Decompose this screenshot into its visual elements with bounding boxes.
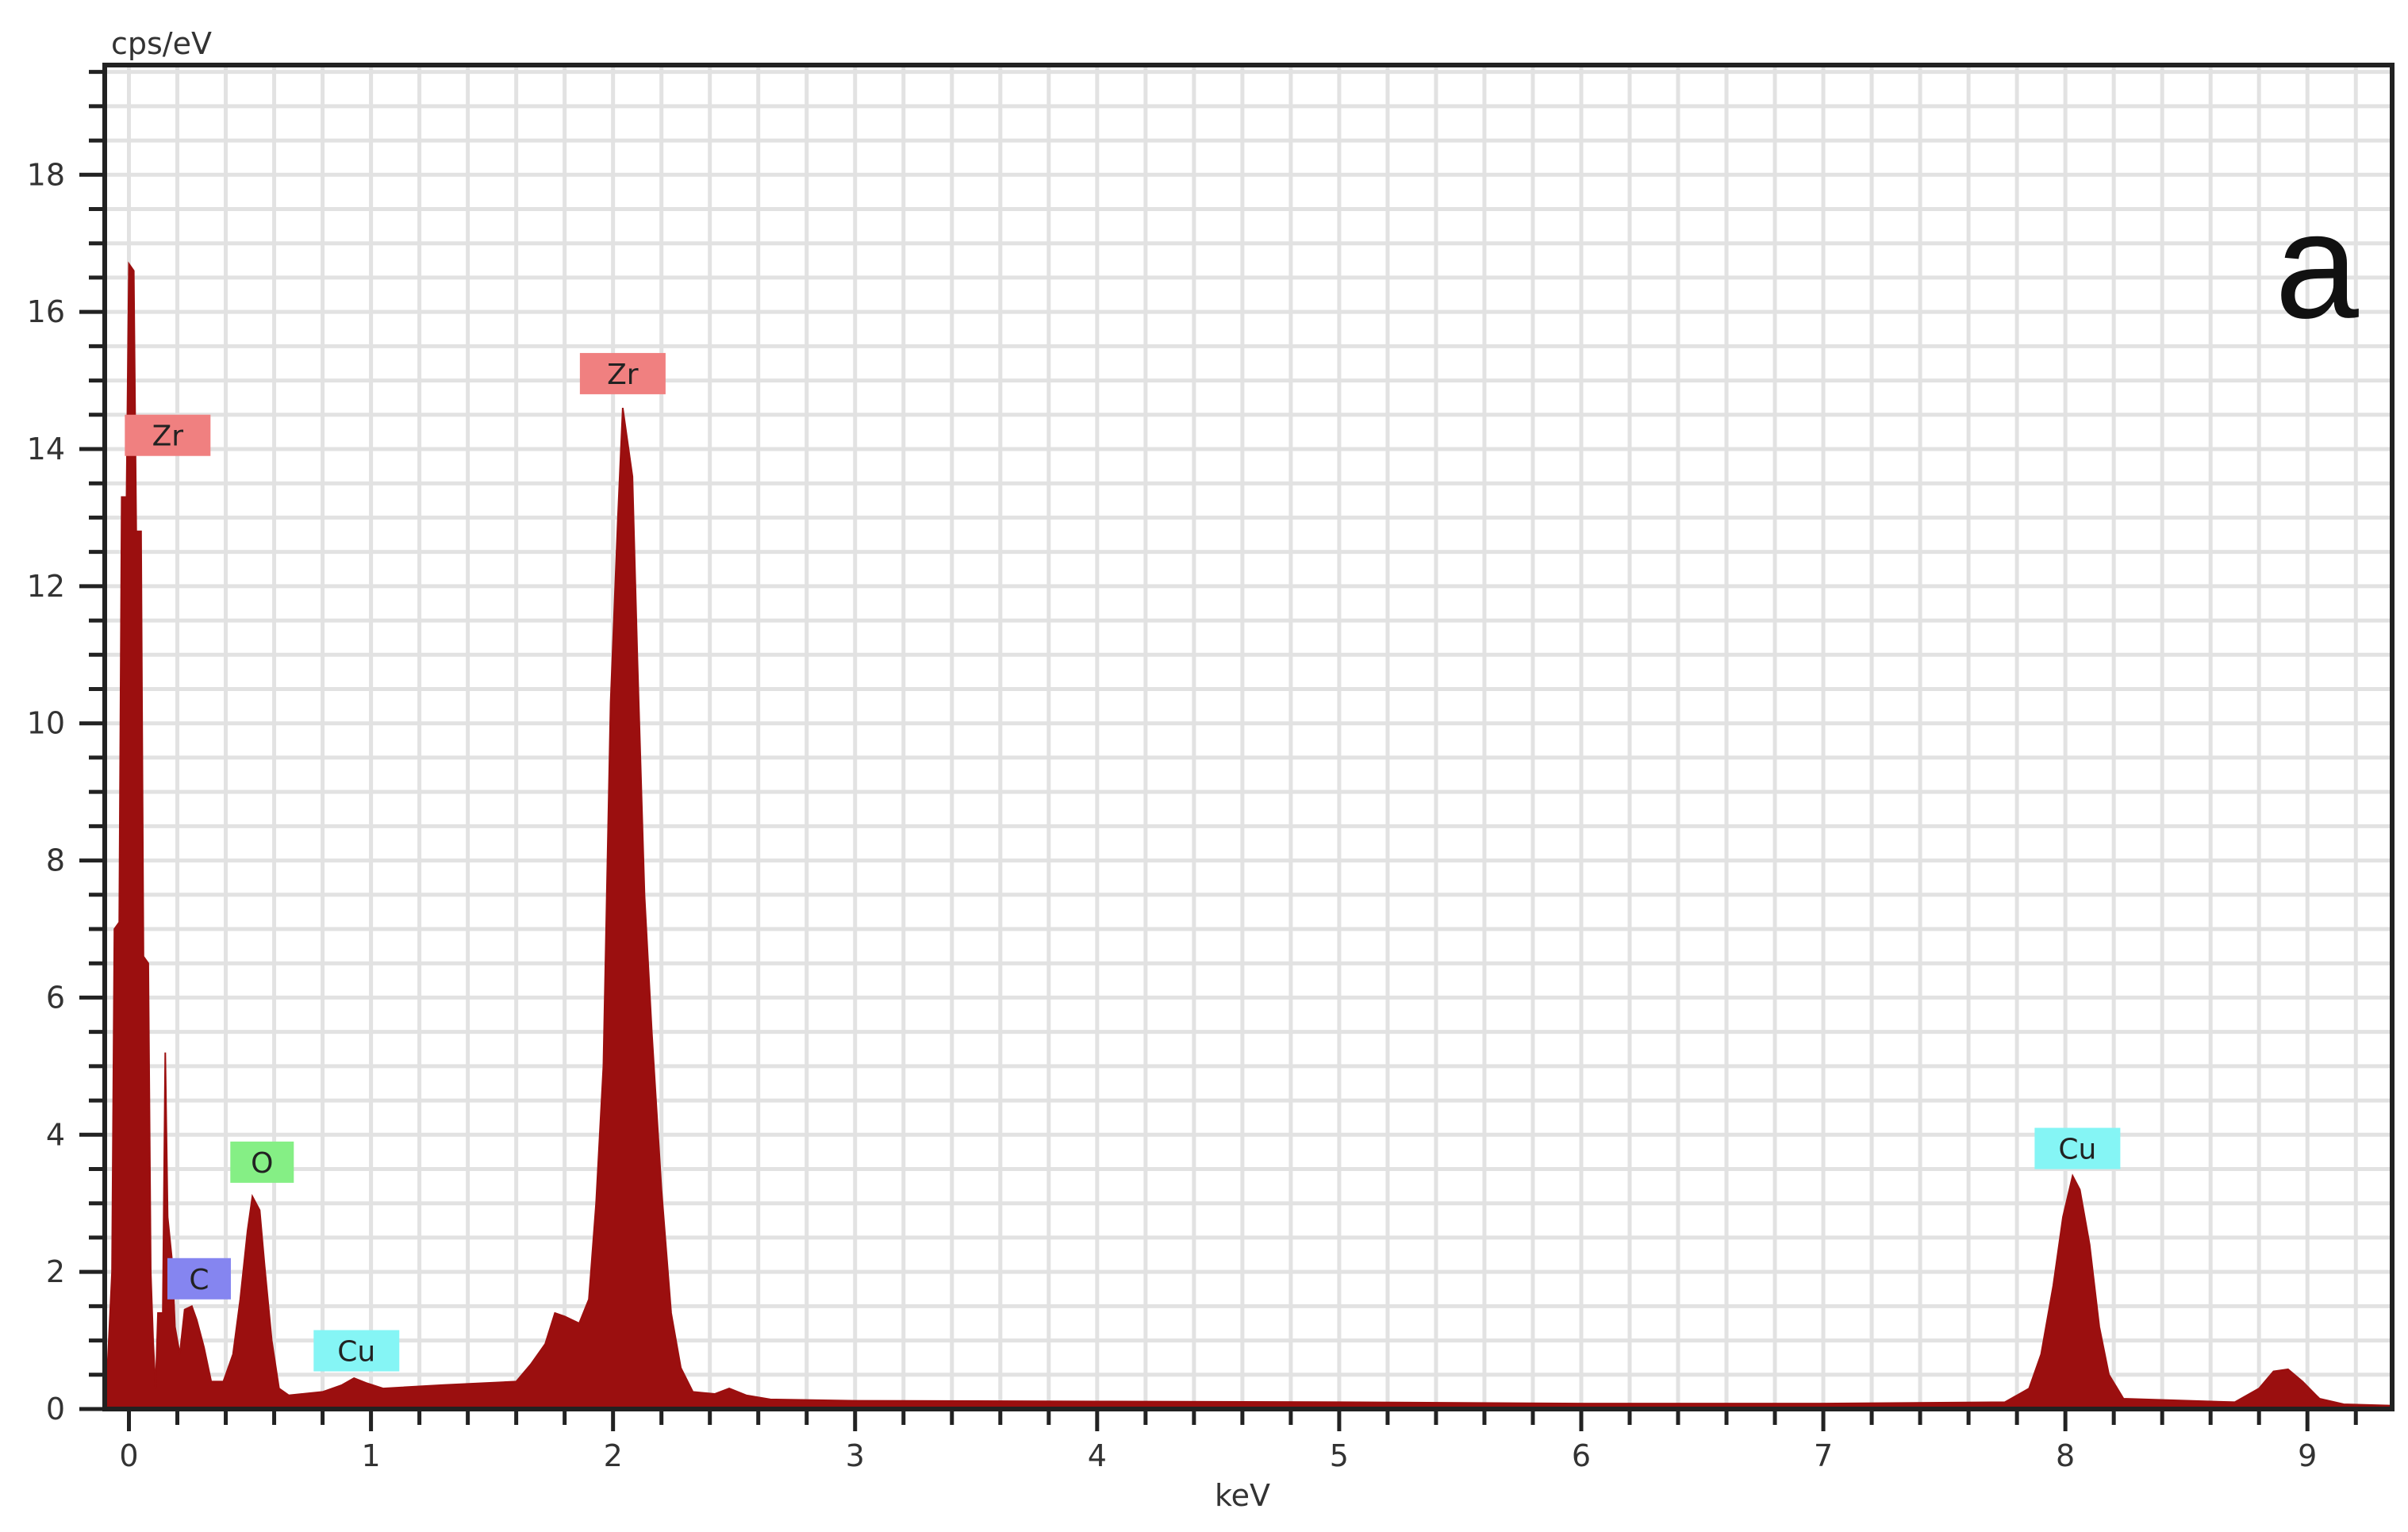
- peak-label-text: Zr: [607, 359, 639, 391]
- y-tick-label: 6: [46, 980, 65, 1015]
- y-tick-label: 4: [46, 1117, 65, 1152]
- eds-spectrum-chart: 0 1 2 3 4 5 6 7 8 9024681012141618 ZrZrCOCuCu cps…: [27, 26, 2395, 1513]
- y-tick-label: 18: [27, 157, 65, 192]
- y-tick-label: 16: [27, 294, 65, 329]
- x-tick-label: 5: [1330, 1438, 1349, 1473]
- x-tick-label: 6: [1572, 1438, 1591, 1473]
- x-tick-label: 2: [604, 1438, 623, 1473]
- y-tick-label: 12: [27, 569, 65, 604]
- peak-label: O: [230, 1141, 294, 1183]
- x-tick-label: 7: [1814, 1438, 1833, 1473]
- x-tick-label: 4: [1088, 1438, 1107, 1473]
- peak-label-text: C: [189, 1264, 209, 1296]
- peak-label: Cu: [313, 1330, 400, 1372]
- x-tick-label: 1: [361, 1438, 380, 1473]
- y-axis-label: cps/eV: [111, 26, 212, 61]
- grid: [105, 65, 2392, 1409]
- plot-frame: [102, 63, 2395, 1411]
- x-tick-label: 3: [846, 1438, 865, 1473]
- peak-label: Zr: [579, 352, 666, 394]
- x-tick-label: 0: [119, 1438, 138, 1473]
- y-tick-label: 14: [27, 432, 65, 467]
- peak-label-text: Cu: [337, 1336, 375, 1369]
- y-tick-label: 2: [46, 1254, 65, 1289]
- peak-label: Cu: [2034, 1127, 2121, 1169]
- y-tick-label: 8: [46, 843, 65, 878]
- axis-ticks: 0 1 2 3 4 5 6 7 8 9024681012141618: [27, 70, 2358, 1473]
- x-tick-label: 8: [2056, 1438, 2075, 1473]
- peak-label: C: [167, 1257, 231, 1300]
- panel-label: a: [2275, 182, 2359, 350]
- x-tick-label: 9: [2298, 1438, 2317, 1473]
- x-axis-label: keV: [1215, 1478, 1270, 1513]
- peak-label-text: Cu: [2058, 1134, 2096, 1166]
- peak-label: Zr: [125, 414, 211, 456]
- peak-label-text: O: [251, 1147, 273, 1180]
- peak-label-text: Zr: [152, 420, 184, 453]
- y-tick-label: 0: [46, 1392, 65, 1426]
- y-tick-label: 10: [27, 706, 65, 741]
